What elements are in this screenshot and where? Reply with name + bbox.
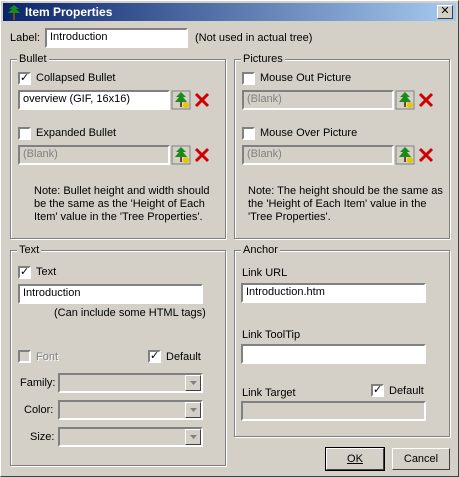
link-target-input[interactable] bbox=[241, 401, 426, 421]
collapsed-bullet-checkbox[interactable]: ✓ bbox=[18, 72, 31, 85]
dialog-title: Item Properties bbox=[25, 5, 113, 19]
link-url-value: Introduction.htm bbox=[246, 286, 325, 298]
mouse-out-picture-label: Mouse Out Picture bbox=[260, 72, 352, 84]
red-x-icon[interactable] bbox=[416, 145, 436, 165]
expanded-bullet-value: (Blank) bbox=[23, 148, 58, 160]
red-x-icon[interactable] bbox=[416, 90, 436, 110]
pictures-legend: Pictures bbox=[241, 53, 285, 65]
tree-picture-icon[interactable] bbox=[395, 90, 415, 110]
text-input[interactable]: Introduction bbox=[18, 284, 203, 304]
mouse-out-picture-checkbox[interactable] bbox=[242, 72, 255, 85]
ok-button-label: OK bbox=[347, 453, 363, 465]
font-label: Font bbox=[36, 351, 59, 363]
size-select[interactable] bbox=[58, 427, 203, 447]
family-label: Family: bbox=[20, 377, 56, 389]
chevron-down-icon bbox=[190, 435, 197, 439]
expanded-bullet-input[interactable]: (Blank) bbox=[18, 145, 170, 165]
check-icon: ✓ bbox=[20, 72, 30, 84]
font-checkbox[interactable] bbox=[18, 350, 31, 363]
family-select[interactable] bbox=[58, 373, 203, 393]
dropdown-arrow-button[interactable] bbox=[185, 375, 201, 391]
label-input[interactable]: Introduction bbox=[45, 28, 188, 48]
pictures-note: Note: The height should be the same as t… bbox=[248, 185, 443, 223]
text-hint: (Can include some HTML tags) bbox=[54, 307, 206, 319]
collapsed-bullet-value: overview (GIF, 16x16) bbox=[23, 93, 130, 105]
text-default-checkbox[interactable]: ✓ bbox=[148, 350, 161, 363]
dropdown-arrow-button[interactable] bbox=[185, 429, 201, 445]
link-url-label: Link URL bbox=[242, 267, 288, 279]
mouse-out-picture-input[interactable]: (Blank) bbox=[242, 90, 394, 110]
anchor-legend: Anchor bbox=[241, 244, 280, 256]
collapsed-bullet-label: Collapsed Bullet bbox=[36, 72, 116, 84]
mouse-over-picture-input[interactable]: (Blank) bbox=[242, 145, 394, 165]
check-icon: ✓ bbox=[373, 384, 383, 396]
chevron-down-icon bbox=[190, 381, 197, 385]
link-target-default-label: Default bbox=[389, 385, 424, 397]
link-tooltip-input[interactable] bbox=[241, 344, 426, 364]
collapsed-bullet-input[interactable]: overview (GIF, 16x16) bbox=[18, 90, 170, 110]
close-button[interactable]: ✕ bbox=[437, 5, 453, 19]
text-checkbox[interactable]: ✓ bbox=[18, 266, 31, 279]
link-target-default-checkbox[interactable]: ✓ bbox=[371, 384, 384, 397]
text-default-label: Default bbox=[166, 351, 201, 363]
expanded-bullet-label: Expanded Bullet bbox=[36, 127, 117, 139]
text-checkbox-label: Text bbox=[36, 266, 57, 278]
mouse-out-picture-value: (Blank) bbox=[247, 93, 282, 105]
mouse-over-picture-label: Mouse Over Picture bbox=[260, 127, 358, 139]
text-legend: Text bbox=[17, 244, 42, 256]
label-input-value: Introduction bbox=[50, 31, 108, 43]
chevron-down-icon bbox=[190, 408, 197, 412]
label-field-label: Label: bbox=[10, 32, 40, 44]
title-bar[interactable]: Item Properties ✕ bbox=[3, 3, 456, 21]
cancel-button-label: Cancel bbox=[403, 453, 439, 465]
tree-picture-icon[interactable] bbox=[171, 145, 191, 165]
bullet-legend: Bullet bbox=[17, 53, 49, 65]
mouse-over-picture-checkbox[interactable] bbox=[242, 127, 255, 140]
text-input-value: Introduction bbox=[23, 287, 81, 299]
dropdown-arrow-button[interactable] bbox=[185, 402, 201, 418]
close-icon: ✕ bbox=[440, 5, 450, 17]
red-x-icon[interactable] bbox=[192, 90, 212, 110]
expanded-bullet-checkbox[interactable] bbox=[18, 127, 31, 140]
color-label: Color: bbox=[24, 404, 54, 416]
color-select[interactable] bbox=[58, 400, 203, 420]
label-hint: (Not used in actual tree) bbox=[195, 32, 313, 44]
bullet-note: Note: Bullet height and width should be … bbox=[34, 185, 210, 223]
size-label: Size: bbox=[30, 431, 55, 443]
cancel-button[interactable]: Cancel bbox=[392, 448, 450, 470]
red-x-icon[interactable] bbox=[192, 145, 212, 165]
ok-button[interactable]: OK bbox=[325, 447, 385, 471]
tree-app-icon bbox=[8, 5, 20, 20]
link-target-label: Link Target bbox=[242, 387, 296, 399]
link-url-input[interactable]: Introduction.htm bbox=[241, 283, 426, 303]
link-tooltip-label: Link ToolTip bbox=[242, 329, 301, 341]
tree-picture-icon[interactable] bbox=[171, 90, 191, 110]
item-properties-dialog: Item Properties ✕ Label: Introduction (N… bbox=[0, 0, 459, 477]
mouse-over-picture-value: (Blank) bbox=[247, 148, 282, 160]
check-icon: ✓ bbox=[150, 350, 160, 362]
check-icon: ✓ bbox=[20, 266, 30, 278]
tree-picture-icon[interactable] bbox=[395, 145, 415, 165]
